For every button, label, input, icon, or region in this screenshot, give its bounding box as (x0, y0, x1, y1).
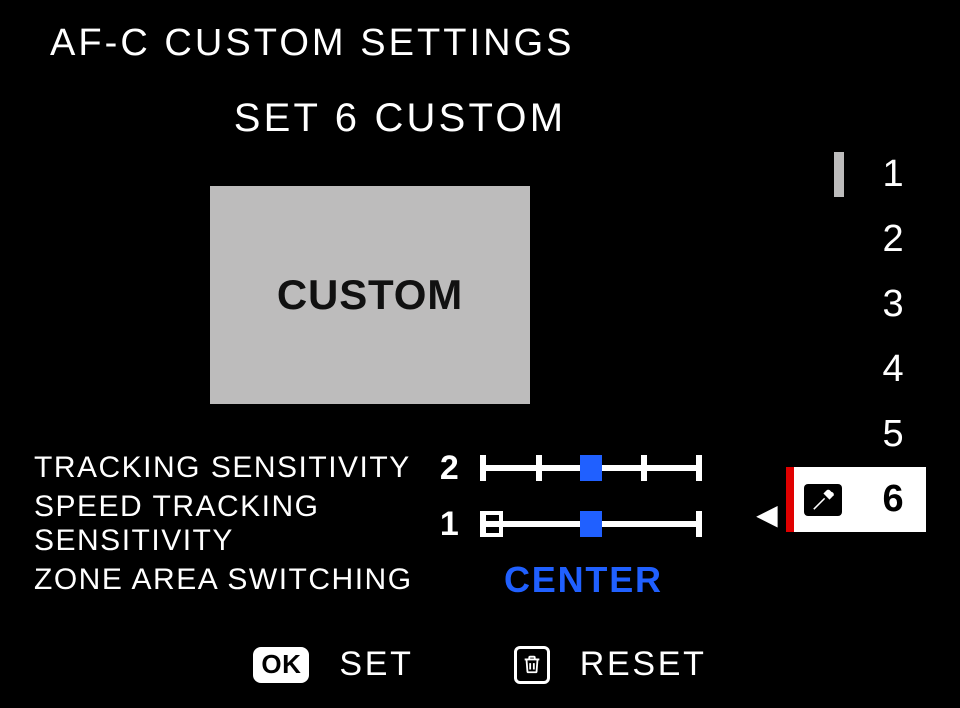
preset-item-1[interactable]: 1 (786, 142, 926, 207)
settings-list: TRACKING SENSITIVITY 2 SPEED TRACKING SE… (34, 440, 754, 608)
cursor-left-icon: ◀ (756, 498, 778, 531)
speed-tracking-sensitivity-row[interactable]: SPEED TRACKING SENSITIVITY 1 (34, 496, 754, 552)
preset-item-3[interactable]: 3 (786, 272, 926, 337)
preset-list: 1 2 3 4 5 6 (786, 142, 926, 532)
active-indicator-icon (786, 467, 794, 532)
preset-preview-label: CUSTOM (277, 271, 463, 319)
scroll-indicator-icon (834, 152, 844, 197)
page-title: AF-C CUSTOM SETTINGS (50, 22, 575, 65)
wrench-icon (804, 484, 842, 516)
preset-item-2[interactable]: 2 (786, 207, 926, 272)
speed-tracking-sensitivity-slider[interactable] (476, 511, 706, 537)
preset-item-4[interactable]: 4 (786, 337, 926, 402)
reset-button[interactable]: RESET (580, 645, 707, 684)
ok-button[interactable]: OK (253, 647, 309, 683)
zone-area-switching-value: CENTER (504, 559, 663, 601)
speed-tracking-sensitivity-value: 1 (434, 505, 466, 544)
trash-icon[interactable] (514, 646, 550, 684)
set-subtitle: SET 6 CUSTOM (0, 96, 800, 141)
tracking-sensitivity-row[interactable]: TRACKING SENSITIVITY 2 (34, 440, 754, 496)
tracking-sensitivity-label: TRACKING SENSITIVITY (34, 451, 434, 485)
preset-number: 2 (883, 218, 904, 261)
speed-tracking-sensitivity-label: SPEED TRACKING SENSITIVITY (34, 490, 434, 558)
tracking-sensitivity-value: 2 (434, 449, 466, 488)
zone-area-switching-label: ZONE AREA SWITCHING (34, 563, 434, 597)
tracking-sensitivity-slider[interactable] (476, 455, 706, 481)
preset-preview-card: CUSTOM (210, 186, 530, 404)
set-button[interactable]: SET (339, 645, 413, 684)
preset-item-5[interactable]: 5 (786, 402, 926, 467)
preset-number: 1 (883, 153, 904, 196)
zone-area-switching-row[interactable]: ZONE AREA SWITCHING CENTER (34, 552, 754, 608)
footer-bar: OK SET RESET (0, 645, 960, 684)
preset-number: 5 (883, 413, 904, 456)
preset-number: 4 (883, 348, 904, 391)
preset-item-6[interactable]: 6 (786, 467, 926, 532)
preset-number: 3 (883, 283, 904, 326)
preset-number: 6 (883, 478, 904, 521)
